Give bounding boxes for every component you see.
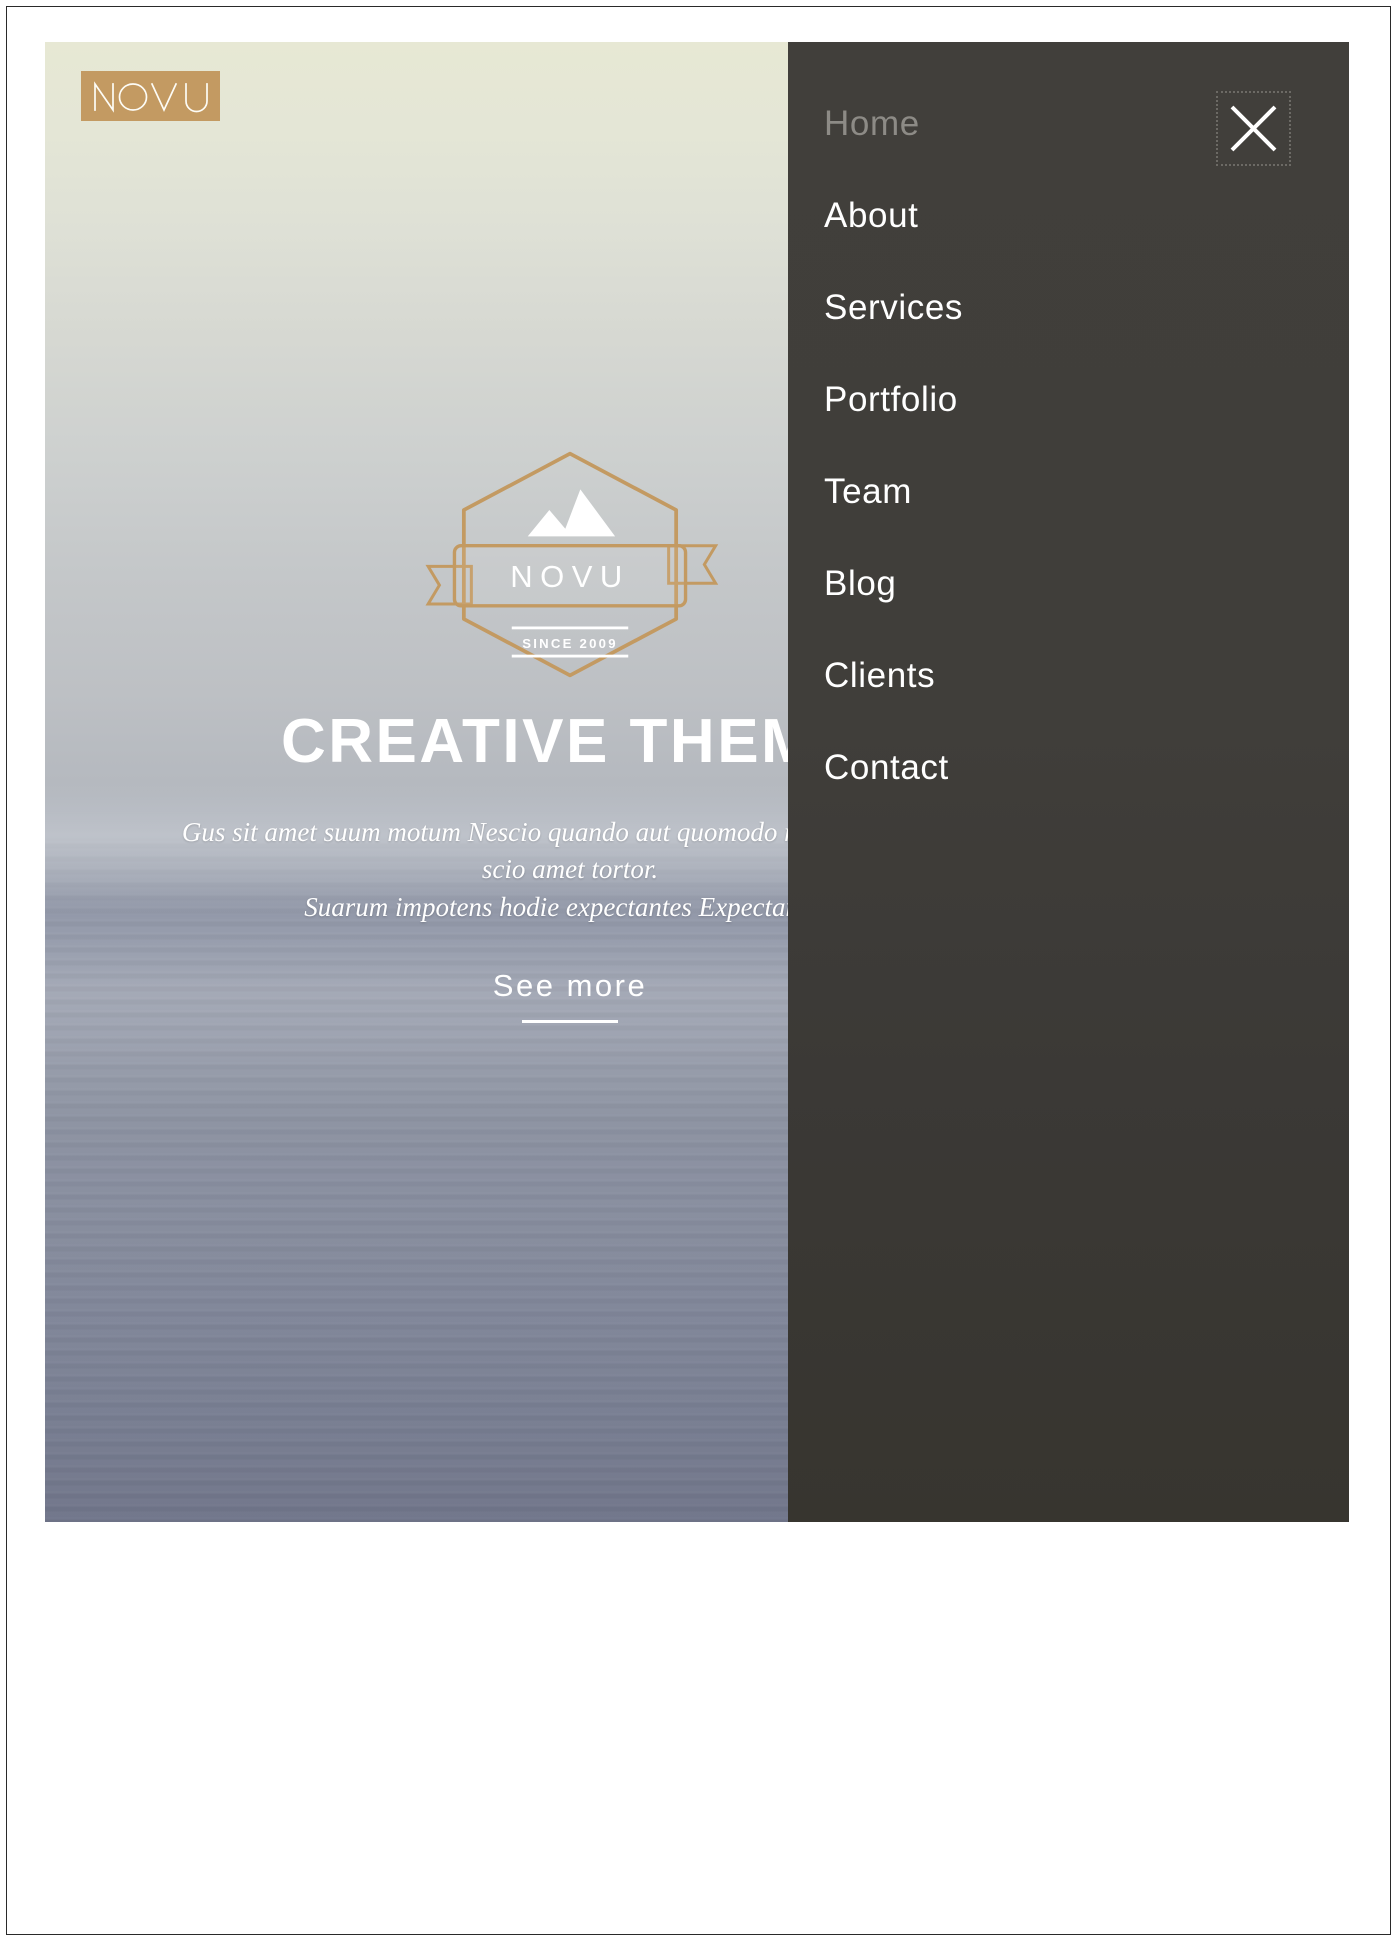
hero-subtitle-line-3: Suarum impotens hodie expectantes Expect… [304, 891, 836, 922]
nav-menu-list: Home About Services Portfolio Team Blog … [824, 78, 963, 814]
nav-item-portfolio[interactable]: Portfolio [824, 354, 963, 446]
nav-link-contact[interactable]: Contact [824, 722, 949, 814]
svg-text:SINCE 2009: SINCE 2009 [522, 636, 618, 651]
nav-link-about[interactable]: About [824, 170, 918, 262]
nav-item-about[interactable]: About [824, 170, 963, 262]
close-icon [1218, 93, 1289, 164]
nav-item-blog[interactable]: Blog [824, 538, 963, 630]
nav-link-home[interactable]: Home [824, 78, 920, 170]
nav-item-team[interactable]: Team [824, 446, 963, 538]
see-more-link[interactable]: See more [493, 968, 647, 1020]
nav-link-blog[interactable]: Blog [824, 538, 896, 630]
brand-logo-wordmark [91, 79, 211, 113]
slide-out-navigation: Home About Services Portfolio Team Blog … [788, 42, 1349, 1522]
svg-text:NOVU: NOVU [510, 559, 630, 594]
novu-crest-badge: NOVU SINCE 2009 [425, 451, 719, 678]
nav-link-team[interactable]: Team [824, 446, 912, 538]
nav-link-services[interactable]: Services [824, 262, 963, 354]
close-menu-button[interactable] [1216, 91, 1291, 166]
nav-item-services[interactable]: Services [824, 262, 963, 354]
hero-subtitle-line-2: scio amet tortor. [481, 854, 659, 885]
nav-item-home[interactable]: Home [824, 78, 963, 170]
nav-link-portfolio[interactable]: Portfolio [824, 354, 958, 446]
nav-item-contact[interactable]: Contact [824, 722, 963, 814]
brand-logo[interactable] [81, 71, 220, 121]
page-frame: NOVU SINCE 2009 CREATIVE THEME Gus sit a… [6, 6, 1391, 1935]
see-more-cta[interactable]: See more [493, 968, 647, 1023]
nav-link-clients[interactable]: Clients [824, 630, 935, 722]
hero-slide: NOVU SINCE 2009 CREATIVE THEME Gus sit a… [45, 42, 1349, 1522]
nav-item-clients[interactable]: Clients [824, 630, 963, 722]
see-more-underline [522, 1019, 618, 1023]
